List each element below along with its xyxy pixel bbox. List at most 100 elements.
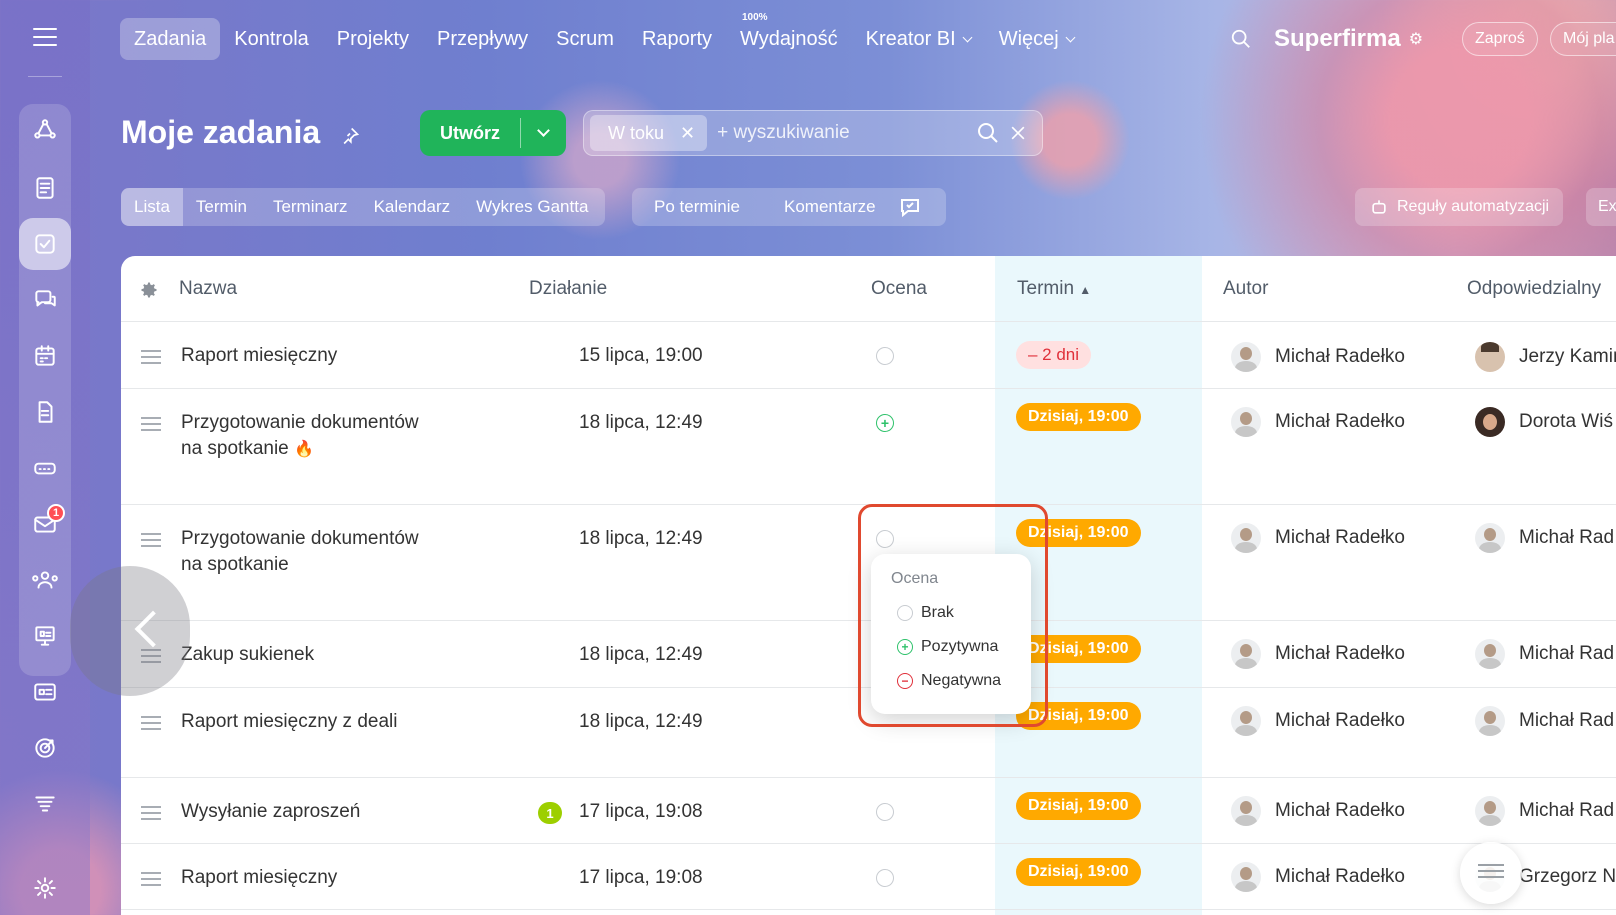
nav-przeplywy[interactable]: Przepływy [423,18,542,60]
responsible[interactable]: Michał Rad [1475,639,1614,669]
target-icon[interactable] [19,722,71,774]
chat-icon[interactable] [19,274,71,326]
my-plan-button[interactable]: Mój pla [1550,22,1616,56]
nav-scrum[interactable]: Scrum [542,18,628,60]
nav-wiecej[interactable]: Więcej [985,18,1088,60]
search-icon[interactable] [976,121,1000,145]
nav-kontrola[interactable]: Kontrola [220,18,323,60]
nav-label: Więcej [998,27,1059,50]
header-name[interactable]: Nazwa [179,278,237,300]
search-input[interactable]: + wyszukiwanie [717,122,850,144]
rating-none-icon[interactable] [876,347,894,365]
filter-po-terminie[interactable]: Po terminie [632,197,762,217]
responsible[interactable]: Michał Rad [1475,706,1614,736]
rating-positive-icon[interactable]: + [876,414,894,432]
create-dropdown[interactable] [521,124,566,137]
drag-handle-icon[interactable] [141,806,161,824]
header-rating[interactable]: Ocena [871,278,927,300]
tab-termin[interactable]: Termin [183,188,260,226]
author[interactable]: Michał Radełko [1231,342,1405,372]
task-name[interactable]: Zakup sukienek [181,642,431,668]
author[interactable]: Michał Radełko [1231,706,1405,736]
tab-terminarz[interactable]: Terminarz [260,188,361,226]
author[interactable]: Michał Radełko [1231,407,1405,437]
presentation-icon[interactable] [19,610,71,662]
nav-label: Projekty [336,27,410,50]
filter-tag-in-progress[interactable]: W toku ✕ [590,115,708,151]
drag-handle-icon[interactable] [141,872,161,890]
drag-handle-icon[interactable] [141,417,161,435]
responsible[interactable]: Michał Rad [1475,796,1614,826]
author[interactable]: Michał Radełko [1231,523,1405,553]
tasks-icon[interactable] [19,218,71,270]
author[interactable]: Michał Radełko [1231,796,1405,826]
header-author[interactable]: Autor [1223,278,1268,300]
rating-none-icon[interactable] [876,869,894,887]
network-icon[interactable] [19,104,71,156]
settings-icon[interactable] [19,862,71,914]
task-name[interactable]: Raport miesięczny [181,865,431,891]
header-deadline[interactable]: Termin ▲ [1017,278,1091,300]
nav-zadania[interactable]: Zadania [120,18,221,60]
create-button[interactable]: Utwórz [420,110,566,156]
feed-icon[interactable] [19,162,71,214]
automation-rules-button[interactable]: Reguły automatyzacji [1355,188,1564,226]
task-list-fab-icon[interactable] [1460,842,1522,904]
drag-handle-icon[interactable] [141,350,161,368]
id-card-icon[interactable] [19,666,71,718]
drag-handle-icon[interactable] [141,533,161,551]
table-row[interactable]: Raport miesięczny 17 lipca, 19:08 Dzisia… [121,844,1616,910]
document-icon[interactable] [19,386,71,438]
company-name[interactable]: Superfirma [1274,25,1401,53]
nav-raporty[interactable]: Raporty [628,18,726,60]
filter-icon[interactable] [19,778,71,830]
menu-icon[interactable] [33,28,57,46]
filter-komentarze[interactable]: Komentarze [762,197,898,217]
author[interactable]: Michał Radełko [1231,862,1405,892]
tab-lista[interactable]: Lista [121,188,183,226]
author[interactable]: Michał Radełko [1231,639,1405,669]
task-name[interactable]: Raport miesięczny [181,343,431,369]
contacts-icon[interactable] [19,554,71,606]
gear-icon[interactable] [139,280,159,300]
task-name[interactable]: Raport miesięczny z deali [181,709,431,735]
header-responsible[interactable]: Odpowiedzialny [1467,278,1601,300]
pin-icon[interactable] [340,126,360,146]
search-filter-box[interactable]: W toku ✕ + wyszukiwanie [583,110,1043,156]
tab-wykres-gantta[interactable]: Wykres Gantta [463,188,601,226]
responsible[interactable]: Jerzy Kamiń [1475,342,1616,372]
deadline-badge[interactable]: – 2 dni [1016,341,1092,369]
table-row[interactable]: Wysyłanie zaproszeń 1 17 lipca, 19:08 Dz… [121,778,1616,844]
back-arrow-button[interactable] [70,566,190,696]
mail-icon[interactable]: 1 [19,498,71,550]
calendar-icon[interactable] [19,330,71,382]
invite-button[interactable]: Zaproś [1462,22,1538,56]
header-action[interactable]: Działanie [529,278,607,300]
tab-kalendarz[interactable]: Kalendarz [361,188,464,226]
table-row[interactable]: Raport miesięczny 15 lipca, 19:00 – 2 dn… [121,322,1616,389]
drag-handle-icon[interactable] [141,716,161,734]
clear-icon[interactable] [1008,123,1028,143]
comment-counter-badge[interactable]: 1 [538,802,562,824]
comment-check-icon[interactable] [898,195,922,219]
drive-icon[interactable] [19,442,71,494]
search-icon[interactable] [1230,28,1252,50]
task-name[interactable]: Wysyłanie zaproszeń [181,799,431,825]
nav-wydajnosc[interactable]: 100% Wydajność [726,12,852,60]
deadline-badge[interactable]: Dzisiaj, 19:00 [1016,792,1141,820]
extension-button[interactable]: Ex [1586,188,1616,226]
avatar [1231,523,1261,553]
task-name[interactable]: Przygotowanie dokumentów na spotkanie 🔥 [181,410,431,463]
rating-none-icon[interactable] [876,803,894,821]
table-row[interactable]: Przygotowanie dokumentów na spotkanie 🔥 … [121,389,1616,505]
deadline-badge[interactable]: Dzisiaj, 19:00 [1016,858,1141,886]
nav-label: Raporty [641,27,712,50]
task-name[interactable]: Przygotowanie dokumentów na spotkanie [181,526,431,578]
nav-kreator-bi[interactable]: Kreator BI [852,18,985,60]
remove-filter-icon[interactable]: ✕ [680,123,695,144]
sliders-icon[interactable]: ⚙ [1409,29,1423,49]
nav-projekty[interactable]: Projekty [323,18,423,60]
deadline-badge[interactable]: Dzisiaj, 19:00 [1016,403,1141,431]
responsible[interactable]: Michał Rad [1475,523,1614,553]
responsible[interactable]: Dorota Wiś [1475,407,1613,437]
